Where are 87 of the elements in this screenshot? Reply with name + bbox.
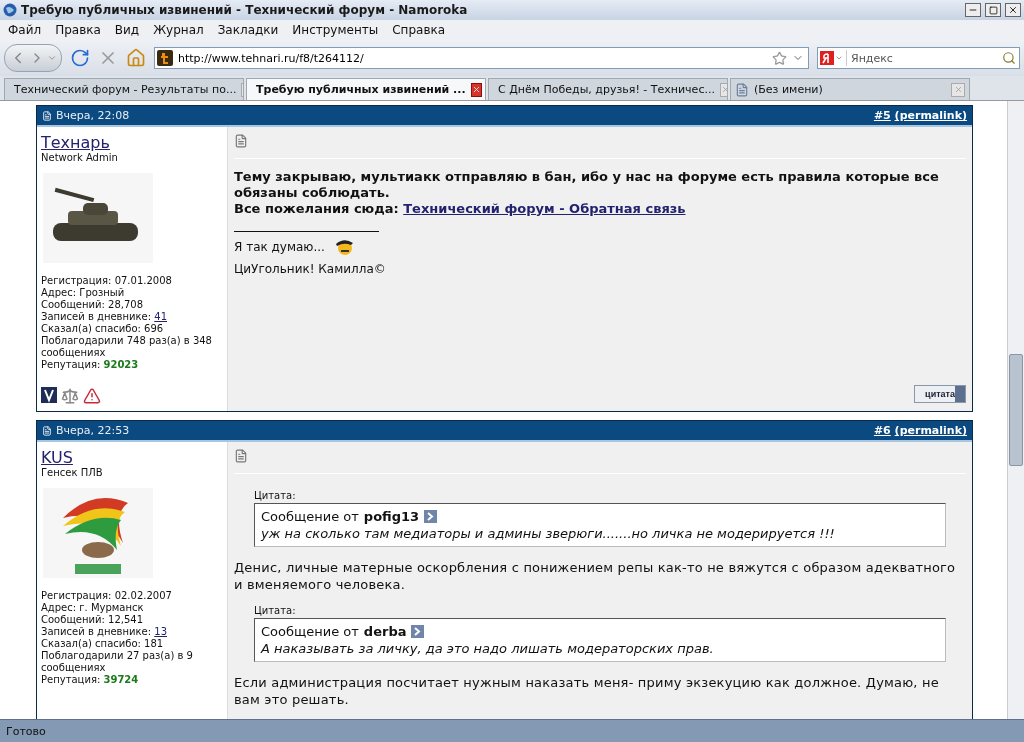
post-text: Тему закрываю, мультиакк отправляю в бан, ибо у нас на форуме есть правила которые все обязаны соблюдать. [234,169,940,201]
reload-button[interactable] [70,48,90,68]
user-stat: Регистрация: 07.01.2008 [41,275,173,287]
user-stat: Сказал(а) спасибо: 181 [41,638,165,650]
window-title: Требую публичных извинений - Технический форум - Namoroka [21,3,469,17]
home-button[interactable] [126,48,146,68]
permalink-link[interactable]: (permalink) [894,424,967,437]
quote-text: уж на сколько там медиаторы и админы зверюги.......но личка не модерируется !!! [261,526,836,541]
menu-item[interactable]: Закладки [211,23,285,37]
user-stat: Репутация: 39724 [41,674,140,686]
history-dropdown-icon[interactable] [47,53,57,63]
user-stat: Записей в дневнике: 41 [41,311,168,323]
menu-item[interactable]: Правка [49,23,107,37]
user-title: Генсек ПЛВ [41,467,104,478]
browser-tab[interactable]: Технический форум - Результаты по... [4,78,244,100]
view-post-icon[interactable] [411,625,425,638]
user-stat: Регистрация: 02.02.2007 [41,590,173,602]
v-badge-icon[interactable] [41,387,57,403]
user-stat: Поблагодарили 748 раз(а) в 348 сообщениях [41,335,213,359]
diary-link[interactable]: 41 [154,311,167,322]
quote-author: derba [363,624,407,639]
tab-close-button[interactable] [470,82,482,97]
quote-button[interactable]: цитата [914,385,966,403]
reload-icon [70,48,90,68]
quote-author: pofig13 [363,509,420,524]
user-stat: Сообщений: 28,708 [41,299,145,311]
quote-text: А наказывать за личку, да это надо лишать модераторских прав. [261,641,715,656]
blank-page-icon [735,82,749,97]
post-icon [42,110,52,121]
engine-dropdown-icon[interactable] [835,54,843,62]
browser-tab[interactable]: (Без имени) [730,78,970,100]
status-text: Готово [6,724,46,738]
post-icon [234,449,248,463]
browser-tab[interactable]: С Днём Победы, друзья! - Техничес... [488,78,728,100]
maximize-button[interactable] [985,3,1001,17]
username-link[interactable]: KUS [41,448,73,467]
search-engine-icon [820,51,834,65]
quote-label: Цитата: [254,490,297,501]
close-icon [720,85,727,94]
view-post-icon[interactable] [424,510,438,523]
menu-item[interactable]: Файл [2,23,48,37]
user-stat: Адрес: Грозный [41,287,126,299]
close-icon [1008,5,1018,15]
maximize-icon [988,5,998,15]
close-icon [953,85,963,94]
menu-item[interactable]: Инструменты [286,23,385,37]
quote-prefix: Сообщение от [261,624,359,639]
menu-item[interactable]: Журнал [147,23,210,37]
address-field[interactable]: http://www.tehnari.ru/f8/t264112/ [154,47,809,69]
post-date: Вчера, 22:08 [56,109,131,122]
user-stat: Сообщений: 12,541 [41,614,145,626]
post-date: Вчера, 22:53 [56,424,131,437]
user-stat: Поблагодарили 27 раз(а) в 9 сообщениях [41,650,194,674]
menu-item[interactable]: Справка [386,23,452,37]
post-text: Денис, личные матерные оскорбления с понижением репы как-то не вяжутся с образом адекватного и вменяемого человека. [234,559,957,593]
minimize-button[interactable] [965,3,981,17]
post-icon [234,134,248,148]
feedback-link[interactable]: Технический форум - Обратная связь [403,201,686,216]
search-field[interactable]: Яндекс [817,47,1020,69]
scrollbar[interactable] [1007,101,1024,719]
user-stat: Записей в дневнике: 13 [41,626,168,638]
search-icon[interactable] [1002,51,1016,65]
user-title: Network Admin [41,152,119,163]
close-button[interactable] [1005,3,1021,17]
post-number-link[interactable]: #6 [873,424,891,437]
quote-label: Цитата: [254,605,297,616]
user-stat: Сказал(а) спасибо: 696 [41,323,165,335]
permalink-link[interactable]: (permalink) [894,109,967,122]
quote-prefix: Сообщение от [261,509,359,524]
post-text: Если администрация посчитает нужным наказать меня- приму экзекуцию как должное. Думаю, не вам это решать. [234,674,940,708]
post-text: Все пожелания сюда: Технический форум - Обратная связь [234,201,687,217]
browser-tab[interactable]: Требую публичных извинений ... [246,78,486,100]
warning-icon[interactable] [83,387,101,405]
bookmark-star-icon[interactable] [772,50,787,66]
user-stat: Адрес: г. Мурманск [41,602,145,614]
home-icon [126,48,146,68]
diary-link[interactable]: 13 [154,626,167,637]
post-number-link[interactable]: #5 [873,109,891,122]
signature-text: Я так думаю... [234,240,325,254]
close-icon [471,85,481,94]
user-stat: Репутация: 92023 [41,359,140,371]
menu-item[interactable]: Вид [108,23,146,37]
site-favicon-icon [157,50,173,66]
username-link[interactable]: Технарь [41,133,110,152]
signature-text: ЦиУгольник! Камилла© [234,262,386,276]
globe-icon [3,3,17,17]
post-icon [42,425,52,436]
